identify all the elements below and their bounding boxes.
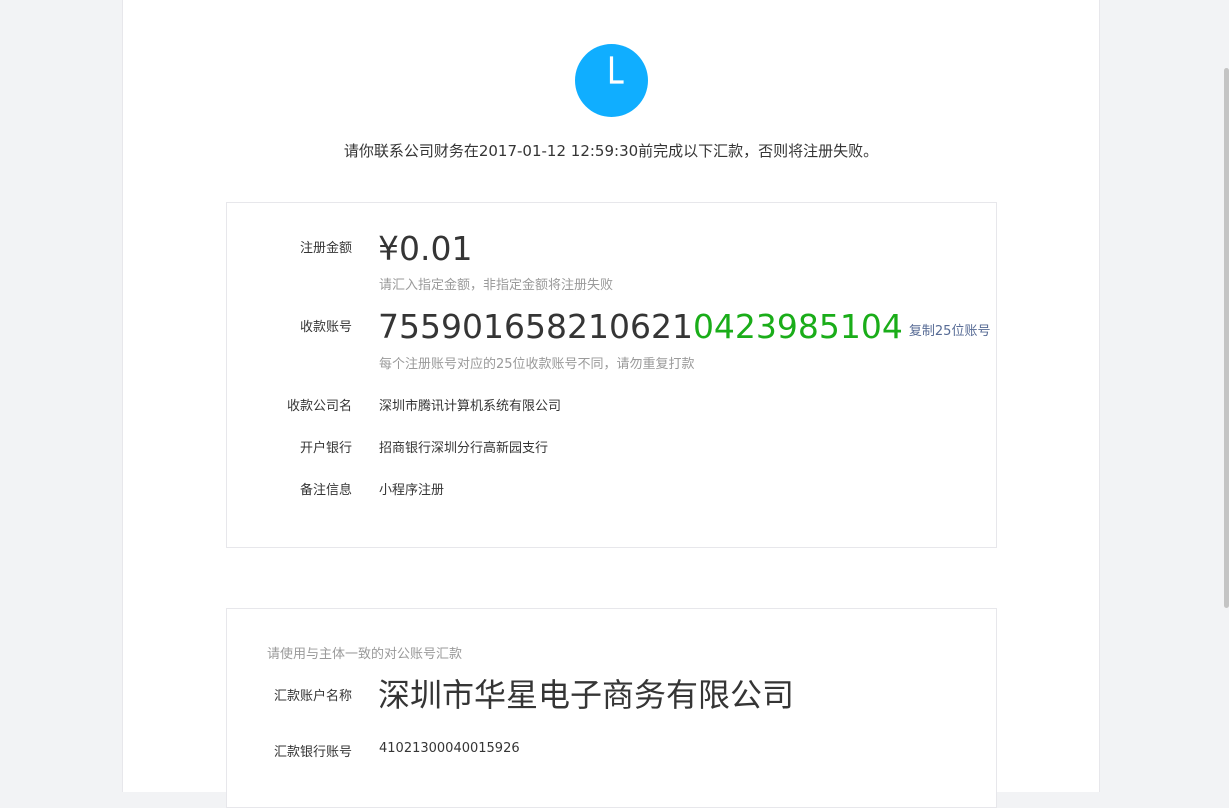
receiving-account: 7559016582106210423985104 复制25位账号 [378, 307, 990, 352]
account-tip: 每个注册账号对应的25位收款账号不同，请勿重复打款 [379, 357, 695, 372]
copy-account-link[interactable]: 复制25位账号 [909, 324, 991, 339]
remitter-account-value: 41021300040015926 [379, 741, 520, 756]
amount-tip: 请汇入指定金额，非指定金额将注册失败 [379, 278, 614, 293]
remark-label: 备注信息 [299, 483, 352, 498]
remitter-hint: 请使用与主体一致的对公账号汇款 [267, 647, 463, 662]
account-number-suffix: 0423985104 [692, 307, 903, 346]
company-label: 收款公司名 [286, 399, 352, 414]
bank-label: 开户银行 [299, 441, 352, 456]
remitter-info-panel: 请使用与主体一致的对公账号汇款 汇款账户名称 深圳市华星电子商务有限公司 汇款银… [226, 608, 997, 808]
clock-icon [575, 44, 648, 117]
registration-payment-page: 请你联系公司财务在2017-01-12 12:59:30前完成以下汇款，否则将注… [122, 0, 1100, 808]
account-label: 收款账号 [299, 320, 352, 335]
payment-info-panel: 注册金额 ¥0.01 请汇入指定金额，非指定金额将注册失败 收款账号 75590… [226, 202, 997, 548]
bank-value: 招商银行深圳分行高新园支行 [379, 441, 549, 456]
vertical-scrollbar[interactable] [1224, 68, 1229, 608]
amount-value: ¥0.01 [378, 229, 473, 268]
remitter-name-value: 深圳市华星电子商务有限公司 [378, 676, 795, 714]
amount-label: 注册金额 [299, 241, 352, 256]
remitter-name-label: 汇款账户名称 [273, 689, 352, 704]
company-value: 深圳市腾讯计算机系统有限公司 [379, 399, 562, 414]
remark-value: 小程序注册 [379, 483, 445, 498]
account-number-prefix: 755901658210621 [378, 307, 693, 346]
deadline-notice: 请你联系公司财务在2017-01-12 12:59:30前完成以下汇款，否则将注… [343, 142, 879, 160]
remitter-account-label: 汇款银行账号 [273, 745, 352, 760]
